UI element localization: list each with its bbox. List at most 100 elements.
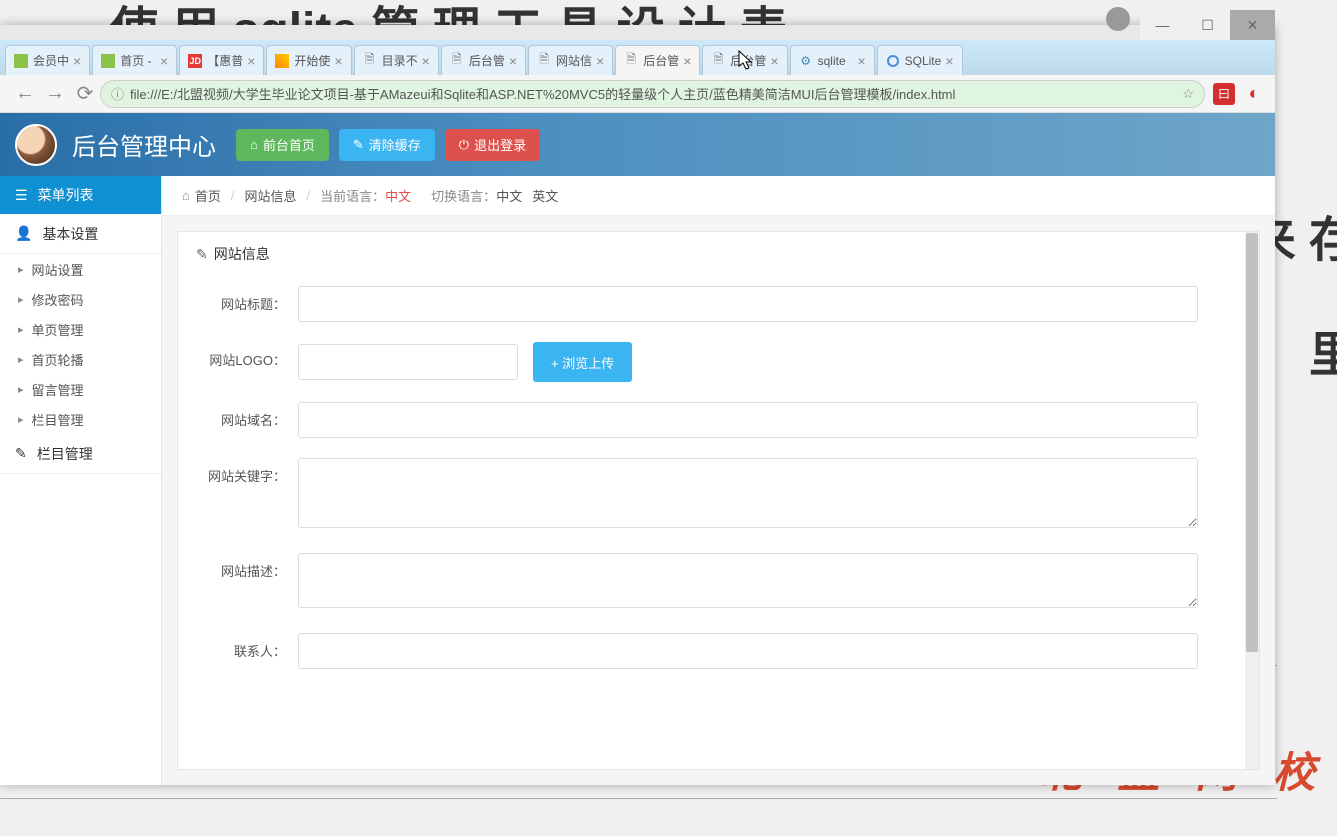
browser-tab[interactable]: 🗎网站信× <box>528 45 613 75</box>
tab-favicon: 🗎 <box>624 54 638 68</box>
tab-label: 开始使 <box>294 52 330 69</box>
sidebar-item[interactable]: 修改密码 <box>0 284 161 314</box>
tab-close-icon[interactable]: × <box>156 53 168 69</box>
sidebar-item[interactable]: 网站设置 <box>0 254 161 284</box>
tab-close-icon[interactable]: × <box>853 53 865 69</box>
label-desc: 网站描述： <box>198 553 298 580</box>
label-keywords: 网站关键字： <box>198 458 298 485</box>
forward-button[interactable]: → <box>40 82 70 105</box>
input-contact[interactable] <box>298 633 1198 669</box>
panel: ✎网站信息 网站标题： 网站LOGO： + 浏览上传 网站域名： <box>177 231 1260 770</box>
tab-close-icon[interactable]: × <box>505 53 517 69</box>
sidebar-item[interactable]: 单页管理 <box>0 314 161 344</box>
scrollbar-thumb[interactable] <box>1246 233 1258 652</box>
tab-label: 后台管 <box>469 52 505 69</box>
content-area: ⌂ 首页 / 网站信息 / 当前语言： 中文 切换语言： 中文 英文 ✎网站信息… <box>162 176 1275 785</box>
clear-cache-button[interactable]: ✎清除缓存 <box>339 129 435 161</box>
browser-tab[interactable]: 开始使× <box>266 45 351 75</box>
label-site-logo: 网站LOGO： <box>198 342 298 369</box>
extension-icon-adblock[interactable]: ◐ <box>1243 83 1265 105</box>
url-text: file:///E:/北盟视频/大学生毕业论文项目-基于AMazeui和Sqli… <box>130 84 955 103</box>
label-domain: 网站域名： <box>198 402 298 429</box>
browser-window: — ☐ ✕ 会员中×首页 -×JD【惠普×开始使×🗎目录不×🗎后台管×🗎网站信×… <box>0 25 1275 785</box>
tab-label: 会员中 <box>33 52 69 69</box>
pencil-icon: ✎ <box>353 137 364 153</box>
minimize-button[interactable]: — <box>1140 10 1185 40</box>
form-row-desc: 网站描述： <box>178 543 1259 623</box>
edit-square-icon: ✎ <box>196 246 208 262</box>
breadcrumb: ⌂ 首页 / 网站信息 / 当前语言： 中文 切换语言： 中文 英文 <box>162 176 1275 216</box>
tab-close-icon[interactable]: × <box>679 53 691 69</box>
browser-tab[interactable]: ⚙sqlite× <box>790 45 875 75</box>
browser-tab[interactable]: SQLite× <box>877 45 963 75</box>
breadcrumb-page[interactable]: 网站信息 <box>245 186 297 205</box>
form-row-logo: 网站LOGO： + 浏览上传 <box>178 332 1259 392</box>
sidebar-category-column[interactable]: ✎栏目管理 <box>0 434 161 474</box>
sidebar-item[interactable]: 首页轮播 <box>0 344 161 374</box>
tab-close-icon[interactable]: × <box>418 53 430 69</box>
url-input[interactable]: ⓘ file:///E:/北盟视频/大学生毕业论文项目-基于AMazeui和Sq… <box>100 80 1205 108</box>
tab-close-icon[interactable]: × <box>69 53 81 69</box>
close-button[interactable]: ✕ <box>1230 10 1275 40</box>
label-site-title: 网站标题： <box>198 286 298 313</box>
home-icon: ⌂ <box>250 137 258 152</box>
user-icon: 👤 <box>15 225 32 242</box>
edit-icon: ✎ <box>15 445 27 462</box>
admin-title: 后台管理中心 <box>72 127 216 162</box>
home-button[interactable]: ⌂前台首页 <box>236 129 329 161</box>
browser-tab[interactable]: 🗎 后台管× <box>441 45 526 75</box>
back-button[interactable]: ← <box>10 82 40 105</box>
power-icon: ⏻ <box>459 137 469 153</box>
browser-tab[interactable]: 🗎后台管× <box>702 45 787 75</box>
browser-tab[interactable]: 🗎后台管× <box>615 45 700 75</box>
input-site-title[interactable] <box>298 286 1198 322</box>
reload-button[interactable]: ⟳ <box>70 81 100 106</box>
sidebar-item[interactable]: 留言管理 <box>0 374 161 404</box>
browser-tab[interactable]: 会员中× <box>5 45 90 75</box>
tab-favicon: 🗎 <box>363 54 377 68</box>
browser-tab[interactable]: JD【惠普× <box>179 45 264 75</box>
maximize-button[interactable]: ☐ <box>1185 10 1230 40</box>
panel-header: ✎网站信息 <box>178 232 1259 276</box>
browser-tab[interactable]: 🗎 目录不× <box>354 45 439 75</box>
label-contact: 联系人： <box>198 633 298 660</box>
tab-favicon: JD <box>188 54 202 68</box>
home-icon: ⌂ <box>182 188 190 203</box>
bookmark-star-icon[interactable]: ☆ <box>1182 86 1194 102</box>
tab-close-icon[interactable]: × <box>941 53 953 69</box>
tab-close-icon[interactable]: × <box>592 53 604 69</box>
input-site-logo[interactable] <box>298 344 518 380</box>
tab-favicon: 🗎 <box>711 54 725 68</box>
form-row-keywords: 网站关键字： <box>178 448 1259 543</box>
tab-favicon: ⚙ <box>799 54 813 68</box>
sidebar-category-basic[interactable]: 👤基本设置 <box>0 214 161 254</box>
tab-close-icon[interactable]: × <box>243 53 255 69</box>
browser-tabs: 会员中×首页 -×JD【惠普×开始使×🗎目录不×🗎后台管×🗎网站信×🗎后台管×🗎… <box>0 40 1275 75</box>
titlebar: — ☐ ✕ <box>0 25 1275 40</box>
tab-close-icon[interactable]: × <box>330 53 342 69</box>
switch-lang-label: 切换语言： <box>431 186 496 205</box>
textarea-keywords[interactable] <box>298 458 1198 528</box>
lang-cn[interactable]: 中文 <box>496 186 522 205</box>
profile-avatar-icon[interactable] <box>1106 7 1130 31</box>
logout-button[interactable]: ⏻退出登录 <box>445 129 540 161</box>
form-row-contact: 联系人： <box>178 623 1259 679</box>
textarea-desc[interactable] <box>298 553 1198 608</box>
current-lang: 中文 <box>385 186 411 205</box>
tab-favicon: 🗎 <box>450 54 464 68</box>
upload-button[interactable]: + 浏览上传 <box>533 342 632 382</box>
form-row-domain: 网站域名： <box>178 392 1259 448</box>
lang-en[interactable]: 英文 <box>532 186 558 205</box>
extension-icon-red[interactable]: 曰 <box>1213 83 1235 105</box>
panel-scrollbar[interactable] <box>1245 232 1259 769</box>
tab-close-icon[interactable]: × <box>766 53 778 69</box>
address-bar: ← → ⟳ ⓘ file:///E:/北盟视频/大学生毕业论文项目-基于AMaz… <box>0 75 1275 113</box>
browser-tab[interactable]: 首页 -× <box>92 45 177 75</box>
sidebar-item[interactable]: 栏目管理 <box>0 404 161 434</box>
current-lang-label: 当前语言： <box>320 186 385 205</box>
admin-logo <box>15 124 57 166</box>
breadcrumb-home[interactable]: 首页 <box>195 186 221 205</box>
tab-label: 目录不 <box>382 52 418 69</box>
tab-favicon: 🗎 <box>537 54 551 68</box>
input-domain[interactable] <box>298 402 1198 438</box>
